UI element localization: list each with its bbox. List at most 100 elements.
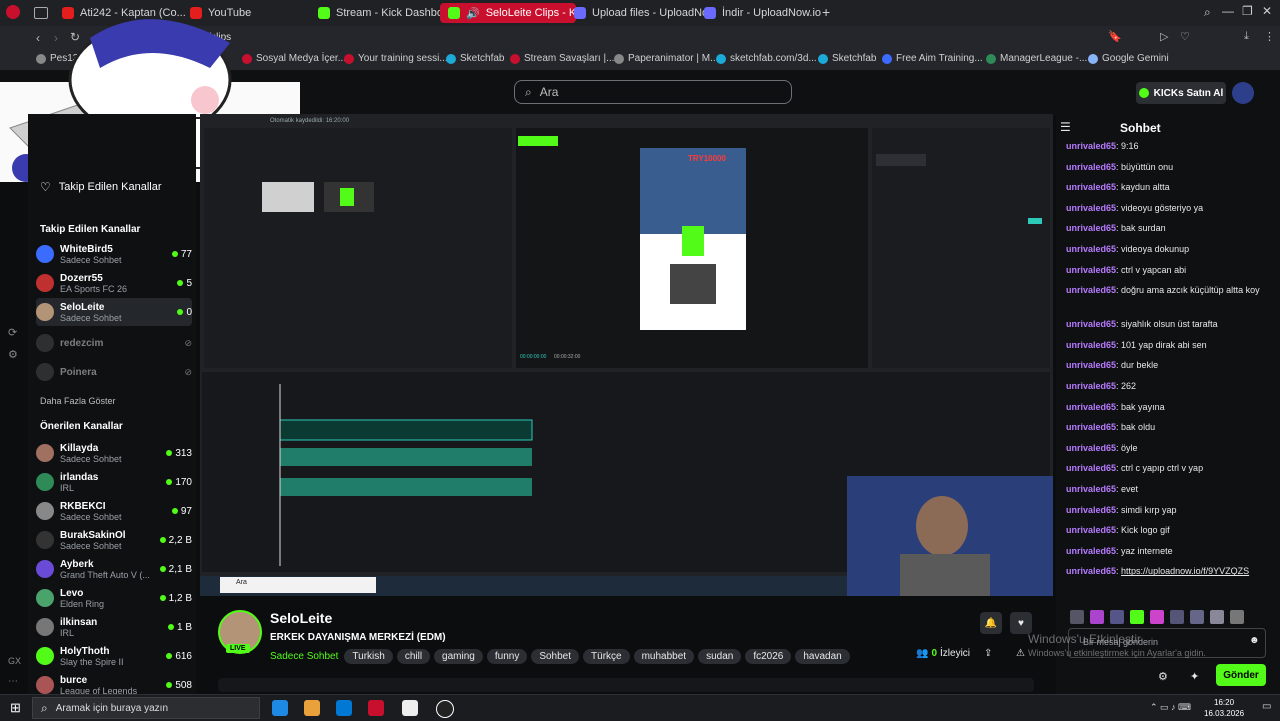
windows-start-icon[interactable]: ⊞ [10,700,21,716]
sidebar-channel[interactable]: Levo Elden Ring 1,2 B [36,584,192,612]
search-input[interactable]: ⌕ Ara [514,80,792,104]
chat-username[interactable]: unrivaled65 [1066,182,1116,192]
profile-avatar[interactable] [1232,82,1254,104]
bookmark-item[interactable]: Free Aim Training... [882,53,983,64]
maximize-icon[interactable]: ❐ [1242,4,1253,18]
close-window-icon[interactable]: ✕ [1262,4,1272,18]
chat-username[interactable]: unrivaled65 [1066,566,1116,576]
tag-pill[interactable]: funny [486,649,528,664]
chat-message[interactable]: unrivaled65: 262 [1066,380,1272,393]
tag-pill[interactable]: havadan [795,649,850,664]
chat-message[interactable]: unrivaled65: büyüttün onu [1066,161,1272,174]
chat-message[interactable]: unrivaled65: bak surdan [1066,222,1272,235]
emote-icon[interactable] [1230,610,1244,624]
tag-pill[interactable]: Turkish [344,649,393,664]
chat-message[interactable]: unrivaled65: dur bekle [1066,359,1272,372]
chat-username[interactable]: unrivaled65 [1066,381,1116,391]
chat-message[interactable]: unrivaled65: ctrl v yapcan abi [1066,264,1272,277]
minimize-icon[interactable]: — [1222,4,1234,18]
chat-gift-icon[interactable]: ✦ [1190,670,1199,683]
sidebar-channel[interactable]: BurakSakinOl Sadece Sohbet 2,2 B [36,526,192,554]
heart-icon[interactable]: ♡ [1180,30,1190,43]
tab-seloleite-clips[interactable]: 🔊SeloLeite Clips - K✕ [440,3,576,23]
bookmark-item[interactable]: ManagerLeague -... [986,53,1087,64]
edge-icon[interactable] [272,700,288,716]
chat-username[interactable]: unrivaled65 [1066,360,1116,370]
share-icon[interactable]: ⇪ [984,648,992,659]
sidebar-channel-offline[interactable]: Poinera ⊘ [36,358,192,386]
chat-username[interactable]: unrivaled65 [1066,422,1116,432]
tag-pill[interactable]: Türkçe [583,649,630,664]
sidebar-channel[interactable]: HolyThoth Slay the Spire II 616 [36,642,192,670]
rail-gx-icon[interactable]: GX [8,656,21,666]
tab-uploadnow[interactable]: Upload files - UploadNow [566,3,706,23]
sidebar-channel-offline[interactable]: redezcim ⊘ [36,329,192,357]
sidebar-channel[interactable]: RKBEKCI Sadece Sohbet 97 [36,497,192,525]
channel-name[interactable]: SeloLeite [270,610,332,626]
chat-username[interactable]: unrivaled65 [1066,340,1116,350]
chat-username[interactable]: unrivaled65 [1066,319,1116,329]
chat-message[interactable]: unrivaled65: yaz internete [1066,545,1272,558]
emote-icon[interactable] [1130,610,1144,624]
tag-pill[interactable]: muhabbet [633,649,695,664]
followed-channels-link[interactable]: ♡ Takip Edilen Kanallar [40,180,162,194]
tag-pill[interactable]: fc2026 [745,649,792,664]
chat-message[interactable]: unrivaled65: bak oldu [1066,421,1272,434]
chat-message[interactable]: unrivaled65: simdi kırp yap [1066,504,1272,517]
chat-message[interactable]: unrivaled65: doğru ama azcık küçültüp al… [1066,284,1272,297]
chat-message[interactable]: unrivaled65: https://uploadnow.io/f/9YVZ… [1066,565,1272,578]
chat-message[interactable]: unrivaled65: ctrl c yapıp ctrl v yap [1066,462,1272,475]
store-icon[interactable] [304,700,320,716]
chat-username[interactable]: unrivaled65 [1066,463,1116,473]
chat-username[interactable]: unrivaled65 [1066,141,1116,151]
sidebar-channel-active[interactable]: SeloLeite Sadece Sohbet 0 [36,298,192,326]
emote-icon[interactable] [1090,610,1104,624]
chat-message[interactable]: unrivaled65: videoyu gösteriyo ya [1066,202,1272,215]
chat-username[interactable]: unrivaled65 [1066,525,1116,535]
bookmark-item[interactable]: Stream Savaşları |... [510,53,614,64]
rail-clip-icon[interactable]: ⟳ [8,326,17,339]
sidebar-channel[interactable]: Ayberk Grand Theft Auto V (... 2,1 B [36,555,192,583]
chat-message[interactable]: unrivaled65: kaydun altta [1066,181,1272,194]
category-link[interactable]: Sadece Sohbet [270,651,338,662]
rail-gift-icon[interactable]: ⚙ [8,348,18,361]
buy-kicks-button[interactable]: KICKs Satın Al [1136,82,1226,104]
tag-pill[interactable]: sudan [698,649,742,664]
emote-icon[interactable] [1170,610,1184,624]
chat-username[interactable]: unrivaled65 [1066,223,1116,233]
bookmark-item[interactable]: Your training sessi... [344,53,448,64]
emote-icon[interactable] [1070,610,1084,624]
emote-icon[interactable] [1150,610,1164,624]
sidebar-channel[interactable]: Dozerr55 EA Sports FC 26 5 [36,269,192,297]
chat-username[interactable]: unrivaled65 [1066,546,1116,556]
notifications-icon[interactable]: ▭ [1262,701,1271,712]
emote-icon[interactable] [1110,610,1124,624]
chat-message[interactable]: unrivaled65: evet [1066,483,1272,496]
stream-video-player[interactable]: Otomatik kaydedildi: 16:20:00 TRY10000 0… [200,114,1053,596]
chat-username[interactable]: unrivaled65 [1066,162,1116,172]
sidebar-channel[interactable]: Killayda Sadece Sohbet 313 [36,439,192,467]
tag-pill[interactable]: chill [396,649,431,664]
menu-icon[interactable]: ⋮ [1264,30,1275,43]
chat-message[interactable]: unrivaled65: bak yayına [1066,401,1272,414]
send-button[interactable]: Gönder [1216,664,1266,686]
chat-message[interactable]: unrivaled65: videoya dokunup [1066,243,1272,256]
obs-icon[interactable] [436,700,454,718]
download-icon[interactable]: ⤓ [1244,30,1249,43]
bookmark-item[interactable]: Sketchfab [818,53,876,64]
report-icon[interactable]: ⚠ [1016,648,1025,659]
tab-indir-uploadnow[interactable]: İndir - UploadNow.io [696,3,830,23]
speaker-icon[interactable]: 🔊 [466,7,480,20]
bookmark-item[interactable]: Paperanimator | M... [614,53,718,64]
chat-message[interactable]: unrivaled65: 101 yap dirak abi sen [1066,339,1272,352]
sidebar-channel[interactable]: ilkinsan IRL 1 B [36,613,192,641]
collapse-chat-icon[interactable]: ☰ [1060,120,1071,134]
bookmark-item[interactable]: sketchfab.com/3d... [716,53,817,64]
chat-username[interactable]: unrivaled65 [1066,285,1116,295]
opera-gx-icon[interactable] [368,700,384,716]
taskbar-search[interactable]: ⌕ Aramak için buraya yazın [32,697,260,719]
chat-username[interactable]: unrivaled65 [1066,244,1116,254]
chat-username[interactable]: unrivaled65 [1066,505,1116,515]
clock[interactable]: 16:20 16.03.2026 [1204,697,1244,719]
play-icon[interactable]: ▷ [1160,30,1168,43]
